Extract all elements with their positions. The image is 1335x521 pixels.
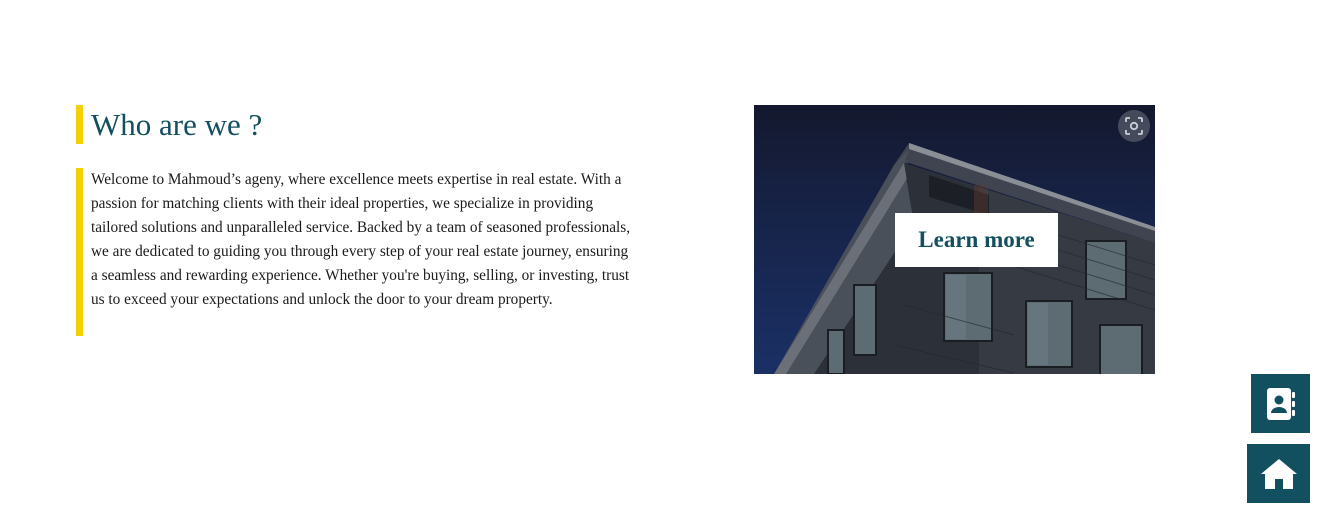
home-button[interactable] bbox=[1247, 444, 1310, 503]
about-heading: Who are we ? bbox=[91, 107, 263, 142]
about-heading-block: Who are we ? bbox=[76, 105, 262, 144]
page: Who are we ? Welcome to Mahmoud’s ageny,… bbox=[0, 0, 1335, 521]
about-text-block: Welcome to Mahmoud’s ageny, where excell… bbox=[76, 168, 636, 336]
building-image: Learn more bbox=[754, 105, 1155, 374]
contacts-button[interactable] bbox=[1251, 374, 1310, 433]
contact-book-icon bbox=[1266, 387, 1295, 420]
home-icon bbox=[1260, 458, 1297, 489]
learn-more-button[interactable]: Learn more bbox=[895, 213, 1058, 267]
text-accent-bar bbox=[76, 168, 83, 336]
heading-accent-bar bbox=[76, 105, 83, 144]
about-description: Welcome to Mahmoud’s ageny, where excell… bbox=[91, 171, 631, 308]
visual-search-icon bbox=[1125, 117, 1143, 135]
visual-search-button[interactable] bbox=[1118, 110, 1150, 142]
